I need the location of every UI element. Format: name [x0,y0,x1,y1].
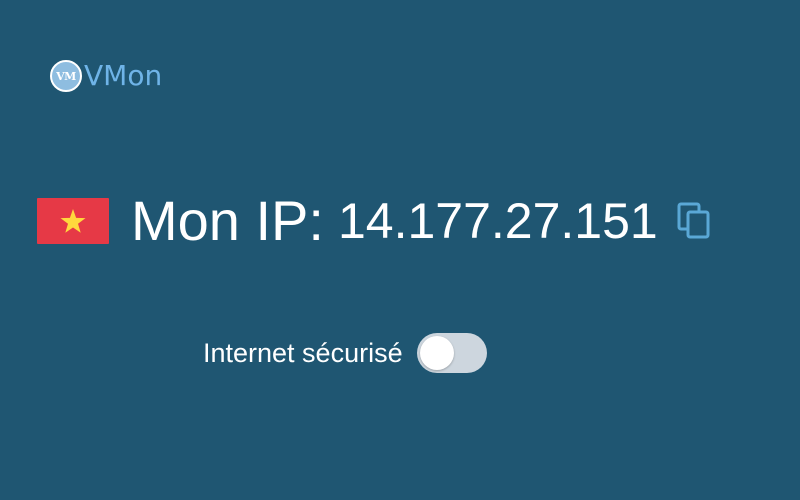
copy-icon[interactable] [676,201,712,241]
secure-internet-label: Internet sécurisé [203,337,403,368]
app-logo: VM VMon [50,60,162,92]
secure-internet-row: Internet sécurisé [203,332,487,374]
logo-badge: VM [50,60,82,92]
ip-label: Mon IP: [131,189,324,252]
vietnam-flag-icon [37,198,109,244]
logo-text: VMon [84,59,163,92]
secure-internet-toggle[interactable] [416,333,487,373]
ip-display: Mon IP: 14.177.27.151 [37,184,712,258]
toggle-knob [419,336,454,370]
ip-address: 14.177.27.151 [337,193,658,249]
